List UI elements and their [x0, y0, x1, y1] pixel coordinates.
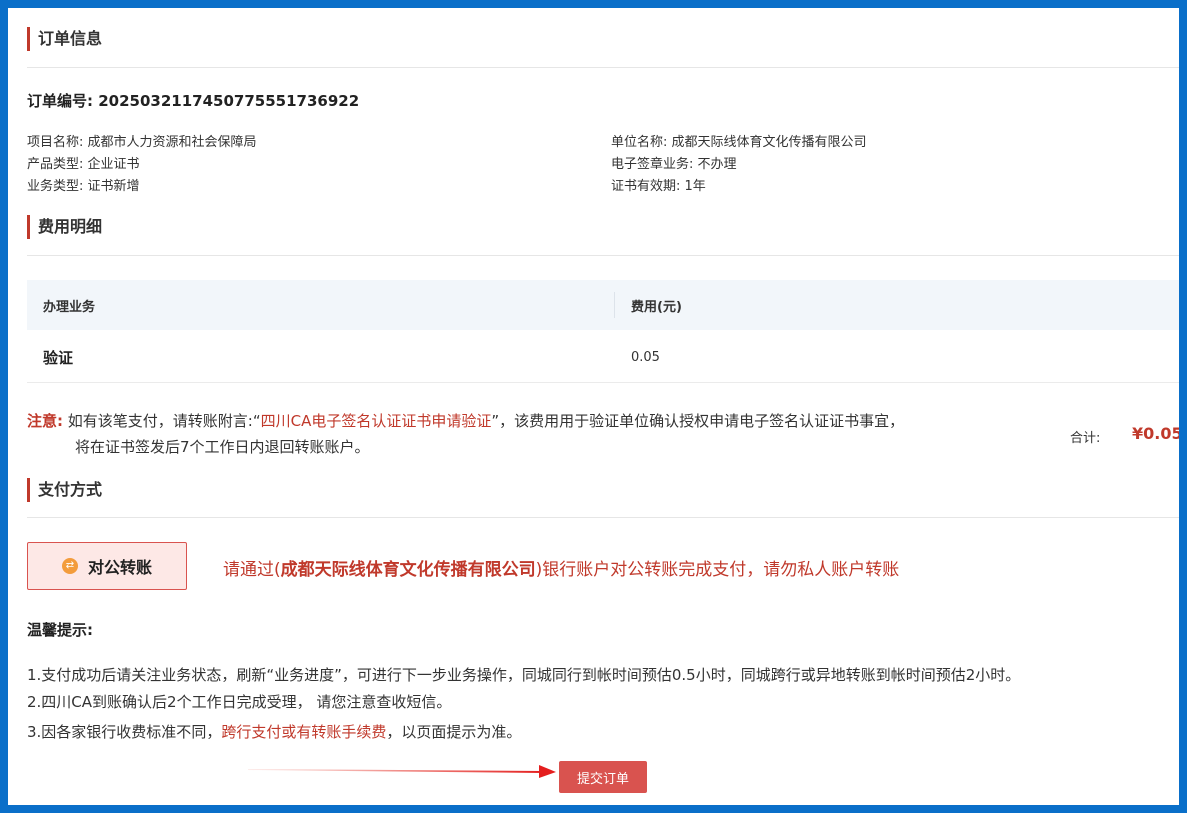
- transfer-icon: ⇄: [61, 558, 78, 574]
- divider: [27, 67, 1179, 68]
- fee-table-header: 办理业务 费用(元): [27, 280, 1179, 330]
- order-page: 订单信息 订单编号: 20250321174507755517369​22 项目…: [8, 8, 1179, 805]
- fee-detail-title: 费用明细: [27, 215, 102, 239]
- project-name-label: 项目名称:: [27, 135, 84, 150]
- order-info-title: 订单信息: [27, 27, 102, 51]
- tip-line-1: 1.支付成功后请关注业务状态，刷新“业务进度”，可进行下一步业务操作，同城同行到…: [27, 666, 1021, 684]
- submit-order-button[interactable]: 提交订单: [559, 761, 647, 793]
- order-number-label: 订单编号:: [27, 92, 93, 110]
- unit-name-label: 单位名称:: [611, 135, 668, 150]
- divider: [27, 255, 1179, 256]
- fee-note: 注意: 如有该笔支付，请转账附言:“四川CA电子签名认证证书申请验证”，该费用用…: [27, 410, 904, 432]
- unit-name: 单位名称: 成都天际线体育文化传播有限公司: [611, 134, 867, 152]
- project-name: 项目名称: 成都市人力资源和社会保障局: [27, 134, 257, 152]
- total-value: ¥0.05: [1132, 424, 1179, 443]
- payment-msg-company: 成都天际线体育文化传播有限公司: [280, 560, 536, 580]
- divider: [27, 517, 1179, 518]
- tip-line-2: 2.四川CA到账确认后2个工作日完成受理， 请您注意查收短信。: [27, 693, 452, 711]
- column-header-business: 办理业务: [43, 300, 96, 315]
- payment-msg-prefix: 请通过(: [223, 560, 281, 580]
- product-type: 产品类型: 企业证书: [27, 156, 140, 174]
- note-suffix: ”，该费用用于验证单位确认授权申请电子签名认证证书事宜，: [491, 412, 905, 430]
- esign-label: 电子签章业务:: [611, 157, 694, 172]
- cert-validity: 证书有效期: 1年: [611, 178, 706, 196]
- validity-label: 证书有效期:: [611, 179, 681, 194]
- column-separator: [614, 292, 615, 318]
- note-highlight: 四川CA电子签名认证证书申请验证: [260, 412, 492, 430]
- tip3-suffix: ，以页面提示为准。: [386, 723, 522, 741]
- tip3-highlight: 跨行支付或有转账手续费: [221, 723, 387, 741]
- row-fee: 0.05: [631, 350, 660, 365]
- business-type-value: 证书新增: [87, 179, 140, 194]
- arrow-right-icon: [248, 765, 556, 778]
- note-line2: 将在证书签发后7个工作日内退回转账账户。: [75, 438, 370, 456]
- business-type-label: 业务类型:: [27, 179, 84, 194]
- tip-line-3: 3.因各家银行收费标准不同，跨行支付或有转账手续费，以页面提示为准。: [27, 721, 521, 742]
- payment-msg-suffix: )银行账户对公转账完成支付，请勿私人账户转账: [535, 560, 900, 580]
- unit-name-value: 成都天际线体育文化传播有限公司: [671, 135, 867, 150]
- row-business: 验证: [43, 349, 74, 367]
- project-name-value: 成都市人力资源和社会保障局: [87, 135, 257, 150]
- tips-title: 温馨提示:: [27, 621, 93, 639]
- business-type: 业务类型: 证书新增: [27, 178, 140, 196]
- tip3-prefix: 3.因各家银行收费标准不同，: [27, 723, 222, 741]
- product-type-value: 企业证书: [87, 157, 140, 172]
- corporate-transfer-option[interactable]: ⇄ 对公转账: [27, 542, 187, 590]
- payment-method-title: 支付方式: [27, 478, 102, 502]
- validity-value: 1年: [684, 179, 706, 194]
- order-number: 订单编号: 20250321174507755517369​22: [27, 90, 359, 111]
- column-header-fee: 费用(元): [631, 300, 682, 315]
- total-label: 合计:: [1070, 431, 1101, 446]
- note-label: 注意:: [27, 412, 63, 430]
- note-prefix: 如有该笔支付，请转账附言:“: [67, 412, 261, 430]
- payment-message: 请通过(成都天际线体育文化传播有限公司)银行账户对公转账完成支付，请勿私人账户转…: [223, 555, 899, 580]
- esign-value: 不办理: [697, 157, 737, 172]
- order-number-value: 20250321174507755517369​22: [98, 92, 360, 110]
- divider: [27, 382, 1179, 383]
- product-type-label: 产品类型:: [27, 157, 84, 172]
- esign-business: 电子签章业务: 不办理: [611, 156, 737, 174]
- payment-method-label: 对公转账: [87, 558, 152, 577]
